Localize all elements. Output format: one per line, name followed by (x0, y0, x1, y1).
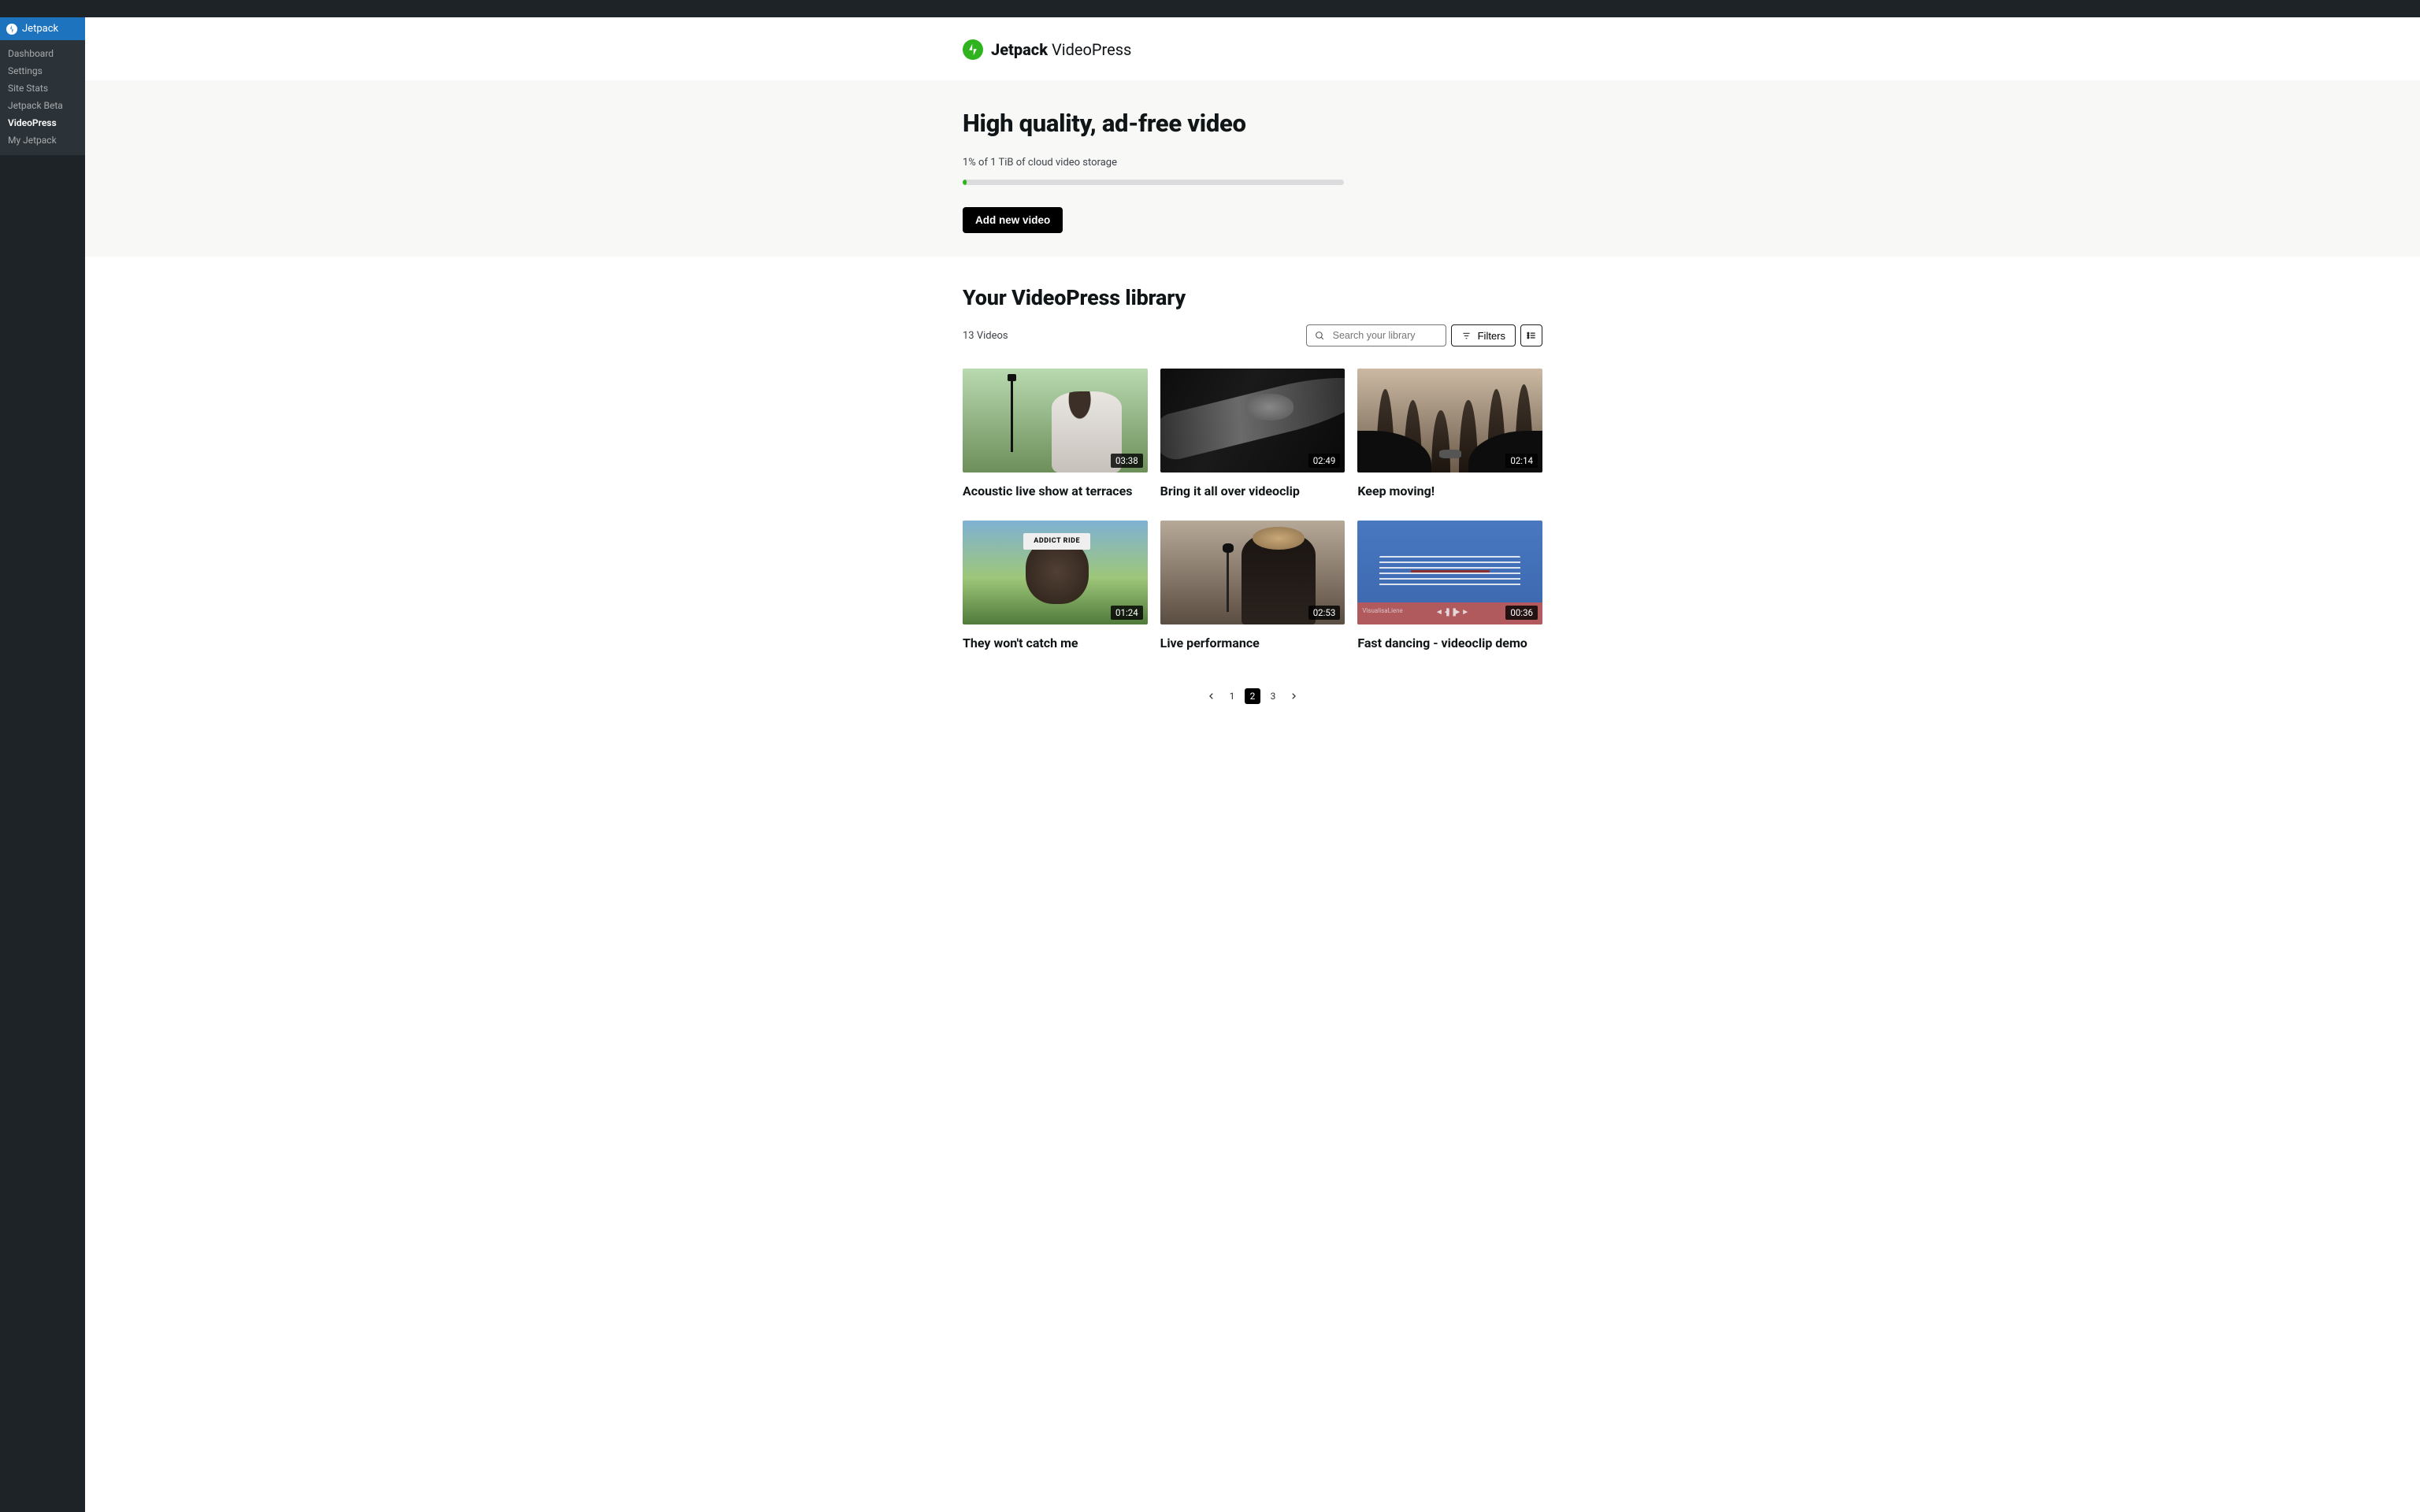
sidebar-item-site-stats[interactable]: Site Stats (0, 80, 85, 97)
video-duration: 02:49 (1308, 454, 1341, 468)
video-thumbnail: 03:38 (963, 369, 1148, 472)
video-title: They won't catch me (963, 636, 1148, 650)
video-count: 13 Videos (963, 330, 1008, 342)
video-title: Acoustic live show at terraces (963, 484, 1148, 498)
video-title: Keep moving! (1357, 484, 1542, 498)
video-grid: 03:38 Acoustic live show at terraces 02:… (963, 369, 1542, 650)
pagination-page-3[interactable]: 3 (1265, 688, 1281, 704)
thumb-inline-text: ADDICT RIDE (1023, 533, 1089, 550)
brand-light: VideoPress (1052, 40, 1131, 59)
filters-label: Filters (1478, 330, 1505, 342)
sidebar-item-dashboard[interactable]: Dashboard (0, 45, 85, 62)
sidebar-item-settings[interactable]: Settings (0, 62, 85, 80)
jetpack-logo-icon (963, 39, 983, 60)
chevron-right-icon (1290, 692, 1297, 700)
sidebar-subnav: Dashboard Settings Site Stats Jetpack Be… (0, 40, 85, 155)
brand-header: Jetpack VideoPress (963, 17, 1542, 80)
filters-button[interactable]: Filters (1451, 324, 1516, 346)
main-content: Jetpack VideoPress High quality, ad-free… (85, 17, 2420, 1512)
storage-usage-text: 1% of 1 TiB of cloud video storage (963, 157, 1542, 169)
thumb-inline-text: VisualisaLiene (1362, 607, 1402, 614)
filter-icon (1461, 332, 1472, 340)
video-card[interactable]: ADDICT RIDE 01:24 They won't catch me (963, 521, 1148, 650)
video-thumbnail: 02:53 (1160, 521, 1345, 624)
video-card[interactable]: 02:49 Bring it all over videoclip (1160, 369, 1345, 498)
video-duration: 00:36 (1505, 606, 1538, 620)
library-section: Your VideoPress library 13 Videos Filter… (963, 257, 1542, 748)
video-thumbnail: 02:14 (1357, 369, 1542, 472)
video-thumbnail: ADDICT RIDE 01:24 (963, 521, 1148, 624)
chevron-left-icon (1208, 692, 1216, 700)
video-card[interactable]: VisualisaLiene ◄◄❚❚►► 00:36 Fast dancing… (1357, 521, 1542, 650)
list-view-toggle-button[interactable] (1520, 324, 1542, 346)
pagination-page-1[interactable]: 1 (1224, 688, 1240, 704)
video-thumbnail: VisualisaLiene ◄◄❚❚►► 00:36 (1357, 521, 1542, 624)
pagination-page-2[interactable]: 2 (1245, 688, 1260, 704)
list-view-icon (1526, 330, 1537, 341)
pagination: 1 2 3 (963, 688, 1542, 704)
video-duration: 03:38 (1111, 454, 1143, 468)
video-card[interactable]: 03:38 Acoustic live show at terraces (963, 369, 1148, 498)
brand-strong: Jetpack (991, 40, 1048, 59)
jetpack-icon (6, 24, 17, 35)
video-thumbnail: 02:49 (1160, 369, 1345, 472)
video-title: Fast dancing - videoclip demo (1357, 636, 1542, 650)
admin-topbar (0, 0, 2420, 17)
video-card[interactable]: 02:14 Keep moving! (1357, 369, 1542, 498)
current-menu-caret-icon (85, 24, 90, 34)
storage-progress-bar (963, 180, 1344, 185)
pagination-next-button[interactable] (1286, 688, 1301, 704)
video-duration: 01:24 (1111, 606, 1143, 620)
library-title: Your VideoPress library (963, 285, 1542, 310)
sidebar: Jetpack Dashboard Settings Site Stats Je… (0, 17, 85, 1512)
search-input[interactable] (1333, 330, 1438, 341)
search-box[interactable] (1306, 324, 1446, 346)
add-new-video-button[interactable]: Add new video (963, 207, 1063, 233)
video-title: Bring it all over videoclip (1160, 484, 1345, 498)
hero-title: High quality, ad-free video (963, 109, 1542, 138)
pagination-prev-button[interactable] (1204, 688, 1219, 704)
sidebar-top-jetpack[interactable]: Jetpack (0, 17, 85, 40)
video-duration: 02:53 (1308, 606, 1341, 620)
video-duration: 02:14 (1505, 454, 1538, 468)
storage-progress-fill (963, 180, 967, 185)
sidebar-item-videopress[interactable]: VideoPress (0, 114, 85, 132)
search-icon (1315, 331, 1325, 341)
sidebar-jetpack-label: Jetpack (22, 23, 58, 35)
video-card[interactable]: 02:53 Live performance (1160, 521, 1345, 650)
brand-text: Jetpack VideoPress (991, 40, 1131, 59)
hero: High quality, ad-free video 1% of 1 TiB … (85, 80, 2420, 257)
sidebar-item-jetpack-beta[interactable]: Jetpack Beta (0, 97, 85, 114)
video-title: Live performance (1160, 636, 1345, 650)
sidebar-item-my-jetpack[interactable]: My Jetpack (0, 132, 85, 149)
